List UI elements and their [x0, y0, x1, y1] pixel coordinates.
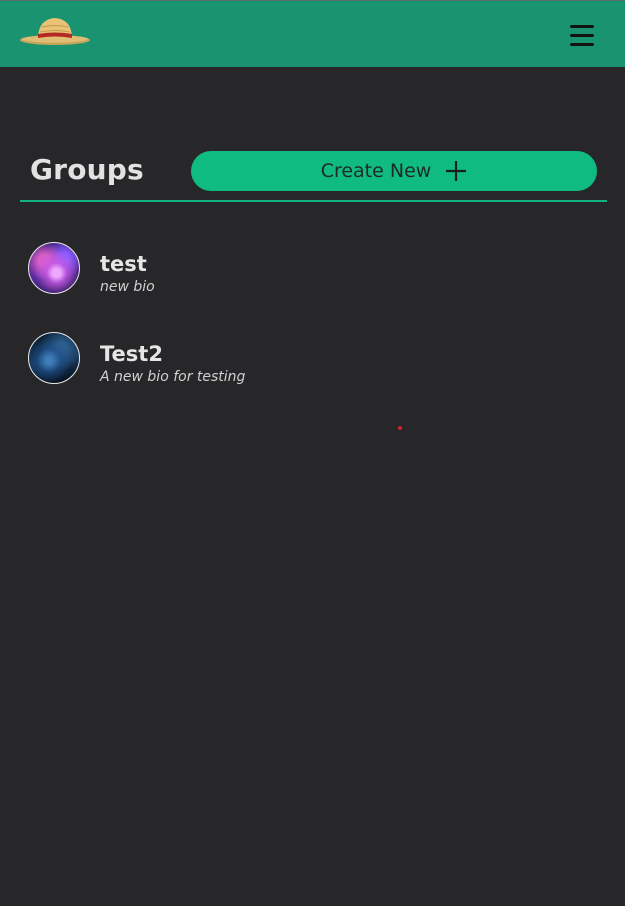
create-new-group-button[interactable]: Create New [191, 151, 597, 191]
straw-hat-logo-icon[interactable] [18, 15, 92, 49]
group-avatar [28, 242, 80, 294]
menu-bar-bottom [570, 43, 594, 46]
group-bio: new bio [100, 279, 155, 295]
menu-bar-top [570, 25, 594, 28]
group-bio: A new bio for testing [100, 369, 246, 385]
top-navbar [0, 0, 625, 67]
cursor-dot [398, 426, 402, 430]
section-divider [20, 200, 607, 202]
group-avatar [28, 332, 80, 384]
group-name: Test2 [100, 342, 163, 366]
page-title: Groups [30, 153, 144, 186]
menu-bar-middle [570, 34, 594, 37]
plus-icon [446, 161, 467, 181]
hamburger-menu-button[interactable] [566, 20, 598, 50]
group-list-item-test2[interactable]: Test2 A new bio for testing [28, 332, 328, 388]
group-name: test [100, 252, 147, 276]
group-list-item-test[interactable]: test new bio [28, 242, 328, 298]
create-new-label: Create New [320, 160, 432, 182]
